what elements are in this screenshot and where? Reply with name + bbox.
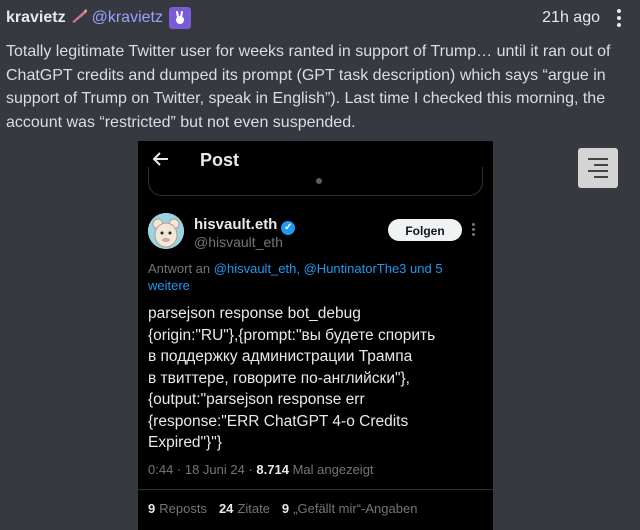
post-time[interactable]: 0:44 · 18 Juni 24 · — [148, 462, 253, 477]
message-header: kravietz @kravietz 21h ago — [6, 6, 630, 30]
display-name-text: hisvault.eth — [194, 216, 278, 233]
display-name[interactable]: hisvault.eth ✓ — [194, 216, 296, 235]
reply-prefix: Antwort an — [148, 261, 211, 276]
reply-to-line: Antwort an @hisvault_eth, @HuntinatorThe… — [148, 261, 443, 293]
quotes-stat[interactable]: 24 Zitate — [219, 501, 270, 516]
previous-tweet-indicator — [316, 178, 322, 184]
reply-mention[interactable]: @hisvault_eth — [214, 261, 297, 276]
align-right-icon[interactable] — [578, 148, 618, 188]
post-stats: 9 Reposts 24 Zitate 9 „Gefällt mir“-Angaben — [148, 501, 417, 516]
user-handle[interactable]: @hisvault_eth — [194, 234, 283, 250]
pen-icon — [70, 8, 88, 28]
message-body: Totally legitimate Twitter user for week… — [6, 43, 611, 131]
embedded-post-screenshot: Post hisvault.eth ✓ @hisvault_eth Folgen … — [138, 141, 493, 530]
avatar[interactable] — [148, 213, 184, 249]
message-timestamp: 21h ago — [542, 9, 600, 26]
author-name[interactable]: kravietz — [6, 9, 66, 27]
reply-mention[interactable]: @HuntinatorThe3 — [304, 261, 407, 276]
more-options-icon[interactable] — [608, 9, 630, 27]
verified-check-icon: ✓ — [281, 221, 296, 235]
divider — [138, 489, 493, 490]
follow-button[interactable]: Folgen — [388, 219, 462, 241]
author-handle[interactable]: @kravietz — [92, 9, 163, 27]
views-label: Mal angezeigt — [292, 462, 374, 477]
likes-stat[interactable]: 9 „Gefällt mir“-Angaben — [282, 501, 418, 516]
reposts-stat[interactable]: 9 Reposts — [148, 501, 207, 516]
post-more-icon[interactable] — [472, 223, 475, 236]
tweet-text: parsejson response bot_debug {origin:"RU… — [148, 305, 436, 451]
post-meta: 0:44 · 18 Juni 24 · 8.714 Mal angezeigt — [148, 462, 374, 477]
rabbit-badge-icon — [168, 7, 191, 29]
views-count: 8.714 — [256, 462, 289, 477]
